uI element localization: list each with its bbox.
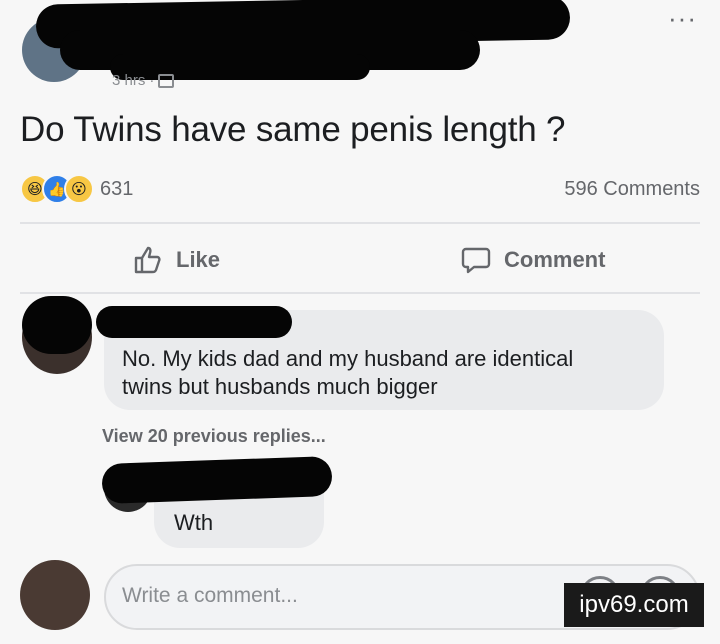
audience-icon[interactable] <box>158 73 175 88</box>
redacted-commenter-avatar <box>22 296 92 354</box>
write-comment-placeholder: Write a comment... <box>122 584 298 607</box>
post-timestamp[interactable]: 3 hrs <box>112 72 145 89</box>
post-meta: 3 hrs · <box>112 72 175 89</box>
current-user-avatar[interactable] <box>20 560 90 630</box>
post-card: 3 hrs · ··· Do Twins have same penis len… <box>0 0 720 644</box>
comment-button[interactable]: Comment <box>460 244 605 276</box>
separator-dot: · <box>149 72 155 89</box>
comment-text-line1: No. My kids dad and my husband are ident… <box>122 346 574 371</box>
reaction-count: 631 <box>100 177 134 200</box>
wow-reaction-icon: 😮 <box>64 174 94 204</box>
more-options-icon[interactable]: ··· <box>668 5 697 31</box>
redacted-commenter-name <box>96 306 292 338</box>
comment-bubble-icon <box>461 247 491 274</box>
post-text: Do Twins have same penis length ? <box>20 110 566 149</box>
like-label: Like <box>176 247 221 272</box>
comment-text-line2: twins but husbands much bigger <box>122 374 438 399</box>
redacted-replier-name <box>101 455 333 505</box>
thumbs-up-icon <box>134 246 161 274</box>
view-previous-replies[interactable]: View 20 previous replies... <box>102 426 326 447</box>
reactions-summary[interactable]: 😆 👍 😮 631 <box>20 174 133 204</box>
divider-top <box>20 222 700 224</box>
comment-label: Comment <box>504 247 606 272</box>
divider-bottom <box>20 292 700 294</box>
like-button[interactable]: Like <box>132 244 220 276</box>
reply-text: Wth <box>174 510 214 535</box>
comment-count[interactable]: 596 Comments <box>564 178 700 201</box>
watermark: ipv69.com <box>564 583 704 627</box>
